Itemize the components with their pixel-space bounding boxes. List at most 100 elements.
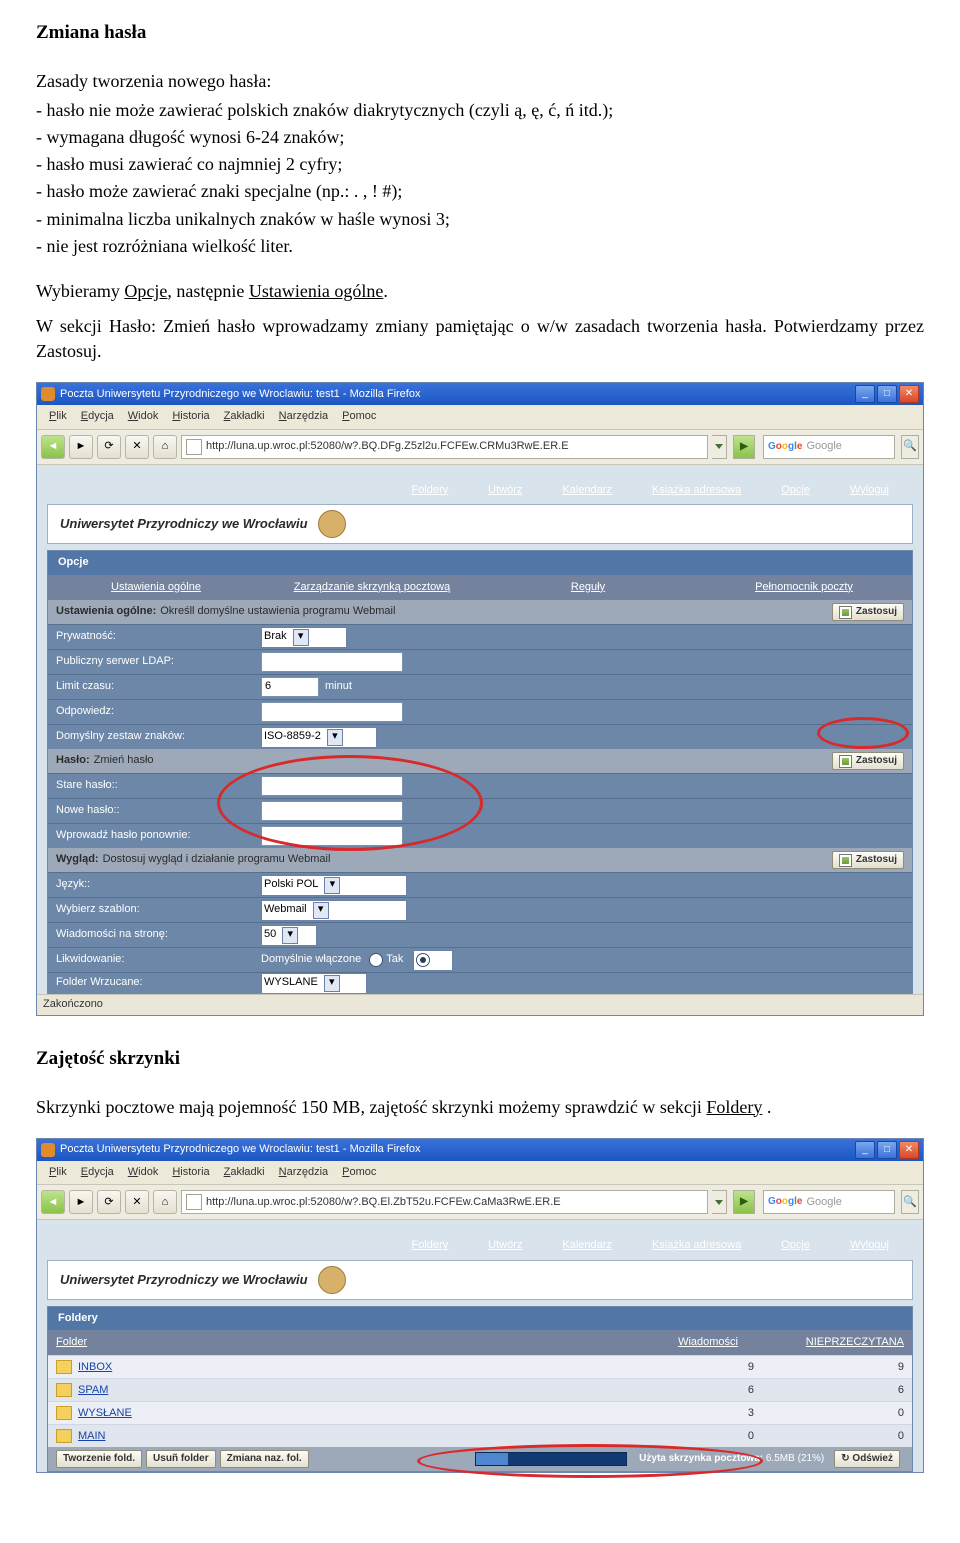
forward-button[interactable]: ► bbox=[69, 435, 93, 459]
old-password-input[interactable] bbox=[261, 776, 403, 796]
rule: - minimalna liczba unikalnych znaków w h… bbox=[36, 207, 924, 232]
menu-item[interactable]: Edycja bbox=[75, 1163, 120, 1182]
maximize-button[interactable]: □ bbox=[877, 385, 897, 403]
search-placeholder: Google bbox=[806, 1195, 841, 1210]
browser-menubar[interactable]: Plik Edycja Widok Historia Zakładki Narz… bbox=[37, 1161, 923, 1185]
close-button[interactable]: ✕ bbox=[899, 1141, 919, 1159]
url-dropdown[interactable] bbox=[712, 435, 727, 459]
create-folder-button[interactable]: Tworzenie fold. bbox=[56, 1450, 142, 1468]
search-button[interactable]: 🔍 bbox=[901, 435, 919, 459]
col-folder[interactable]: Folder bbox=[48, 1330, 620, 1355]
zastosuj-button[interactable]: Zastosuj bbox=[832, 752, 904, 770]
nav-wyloguj[interactable]: Wyloguj bbox=[850, 1238, 889, 1253]
webmail-content: Foldery Utwórz Kalendarz Książka adresow… bbox=[37, 465, 923, 994]
url-bar[interactable]: http://luna.up.wroc.pl:52080/w?.BQ.DFg.Z… bbox=[181, 435, 708, 459]
nav-ksiazka[interactable]: Książka adresowa bbox=[652, 483, 741, 498]
url-dropdown[interactable] bbox=[712, 1190, 727, 1214]
back-button[interactable]: ◄ bbox=[41, 1190, 65, 1214]
menu-item[interactable]: Historia bbox=[166, 1163, 215, 1182]
menu-item[interactable]: Edycja bbox=[75, 407, 120, 426]
folder-row[interactable]: INBOX99 bbox=[48, 1355, 912, 1378]
close-button[interactable]: ✕ bbox=[899, 385, 919, 403]
screenshot-foldery: Poczta Uniwersytetu Przyrodniczego we Wr… bbox=[36, 1138, 924, 1474]
col-unread[interactable]: NIEPRZECZYTANA bbox=[746, 1330, 912, 1355]
folder-name[interactable]: WYSŁANE bbox=[78, 1406, 644, 1421]
limit-input[interactable]: 6 bbox=[261, 677, 319, 697]
new-password-input[interactable] bbox=[261, 801, 403, 821]
nav-kalendarz[interactable]: Kalendarz bbox=[562, 483, 612, 498]
lang-select[interactable]: Polski POL▾ bbox=[261, 875, 407, 896]
folder-row[interactable]: MAIN00 bbox=[48, 1424, 912, 1447]
menu-item[interactable]: Zakładki bbox=[218, 1163, 271, 1182]
radio-nie[interactable]: Nie bbox=[413, 950, 453, 971]
nav-kalendarz[interactable]: Kalendarz bbox=[562, 1238, 612, 1253]
menu-item[interactable]: Pomoc bbox=[336, 1163, 382, 1182]
url-bar[interactable]: http://luna.up.wroc.pl:52080/w?.BQ.El.Zb… bbox=[181, 1190, 708, 1214]
reply-input[interactable] bbox=[261, 702, 403, 722]
minimize-button[interactable]: _ bbox=[855, 1141, 875, 1159]
unread-count: 0 bbox=[754, 1429, 904, 1444]
subnav-reguly[interactable]: Reguły bbox=[480, 575, 696, 600]
repeat-password-input[interactable] bbox=[261, 826, 403, 846]
folder-row[interactable]: SPAM66 bbox=[48, 1378, 912, 1401]
forward-button[interactable]: ► bbox=[69, 1190, 93, 1214]
stop-button[interactable]: ✕ bbox=[125, 435, 149, 459]
folder-select[interactable]: WYSLANE▾ bbox=[261, 973, 367, 994]
search-box[interactable]: Google Google bbox=[763, 435, 895, 459]
subnav-pelnomocnik[interactable]: Pełnomocnik poczty bbox=[696, 575, 912, 600]
nav-opcje[interactable]: Opcje bbox=[781, 483, 810, 498]
menu-item[interactable]: Historia bbox=[166, 407, 215, 426]
privacy-select[interactable]: Brak▾ bbox=[261, 627, 347, 648]
menu-item[interactable]: Plik bbox=[43, 1163, 73, 1182]
folder-name[interactable]: MAIN bbox=[78, 1429, 644, 1444]
zastosuj-button[interactable]: Zastosuj bbox=[832, 603, 904, 621]
nav-wyloguj[interactable]: Wyloguj bbox=[850, 483, 889, 498]
menu-item[interactable]: Zakładki bbox=[218, 407, 271, 426]
nav-opcje[interactable]: Opcje bbox=[781, 1238, 810, 1253]
reload-button[interactable]: ⟳ bbox=[97, 1190, 121, 1214]
minimize-button[interactable]: _ bbox=[855, 385, 875, 403]
search-button[interactable]: 🔍 bbox=[901, 1190, 919, 1214]
radio-tak[interactable]: Tak bbox=[369, 952, 403, 967]
back-button[interactable]: ◄ bbox=[41, 435, 65, 459]
maximize-button[interactable]: □ bbox=[877, 1141, 897, 1159]
menu-item[interactable]: Pomoc bbox=[336, 407, 382, 426]
folder-name[interactable]: INBOX bbox=[78, 1360, 644, 1375]
page-icon bbox=[186, 439, 202, 455]
menu-item[interactable]: Widok bbox=[122, 407, 165, 426]
browser-menubar[interactable]: Plik Edycja Widok Historia Zakładki Narz… bbox=[37, 405, 923, 429]
menu-item[interactable]: Widok bbox=[122, 1163, 165, 1182]
zastosuj-button[interactable]: Zastosuj bbox=[832, 851, 904, 869]
reload-button[interactable]: ⟳ bbox=[97, 435, 121, 459]
usage-meter: Użyta skrzynka pocztowa: 6.5MB (21%) bbox=[475, 1452, 824, 1466]
folder-row[interactable]: WYSŁANE30 bbox=[48, 1401, 912, 1424]
nav-ksiazka[interactable]: Książka adresowa bbox=[652, 1238, 741, 1253]
template-select[interactable]: Webmail▾ bbox=[261, 900, 407, 921]
home-button[interactable]: ⌂ bbox=[153, 1190, 177, 1214]
rename-folder-button[interactable]: Zmiana naz. fol. bbox=[220, 1450, 309, 1468]
stop-button[interactable]: ✕ bbox=[125, 1190, 149, 1214]
nav-foldery[interactable]: Foldery bbox=[411, 483, 448, 498]
limit-unit: minut bbox=[325, 679, 352, 694]
delete-folder-button[interactable]: Usuñ folder bbox=[146, 1450, 216, 1468]
ldap-input[interactable] bbox=[261, 652, 403, 672]
folder-name[interactable]: SPAM bbox=[78, 1383, 644, 1398]
search-box[interactable]: Google Google bbox=[763, 1190, 895, 1214]
go-button[interactable]: ▶ bbox=[733, 435, 755, 459]
home-button[interactable]: ⌂ bbox=[153, 435, 177, 459]
menu-item[interactable]: Narzędzia bbox=[273, 407, 335, 426]
go-button[interactable]: ▶ bbox=[733, 1190, 755, 1214]
refresh-button[interactable]: ↻ Odśwież bbox=[834, 1450, 900, 1468]
nav-utworz[interactable]: Utwórz bbox=[488, 483, 522, 498]
subnav-ustawienia[interactable]: Ustawienia ogólne bbox=[48, 575, 264, 600]
menu-item[interactable]: Narzędzia bbox=[273, 1163, 335, 1182]
perpage-select[interactable]: 50▾ bbox=[261, 925, 317, 946]
subnav-zarzadzanie[interactable]: Zarządzanie skrzynką pocztową bbox=[264, 575, 480, 600]
nav-foldery[interactable]: Foldery bbox=[411, 1238, 448, 1253]
col-msgs[interactable]: Wiadomości bbox=[620, 1330, 746, 1355]
browser-toolbar: ◄ ► ⟳ ✕ ⌂ http://luna.up.wroc.pl:52080/w… bbox=[37, 430, 923, 465]
charset-select[interactable]: ISO-8859-2▾ bbox=[261, 727, 377, 748]
nav-utworz[interactable]: Utwórz bbox=[488, 1238, 522, 1253]
row-jezyk: Język:: Polski POL▾ bbox=[48, 872, 912, 897]
menu-item[interactable]: Plik bbox=[43, 407, 73, 426]
